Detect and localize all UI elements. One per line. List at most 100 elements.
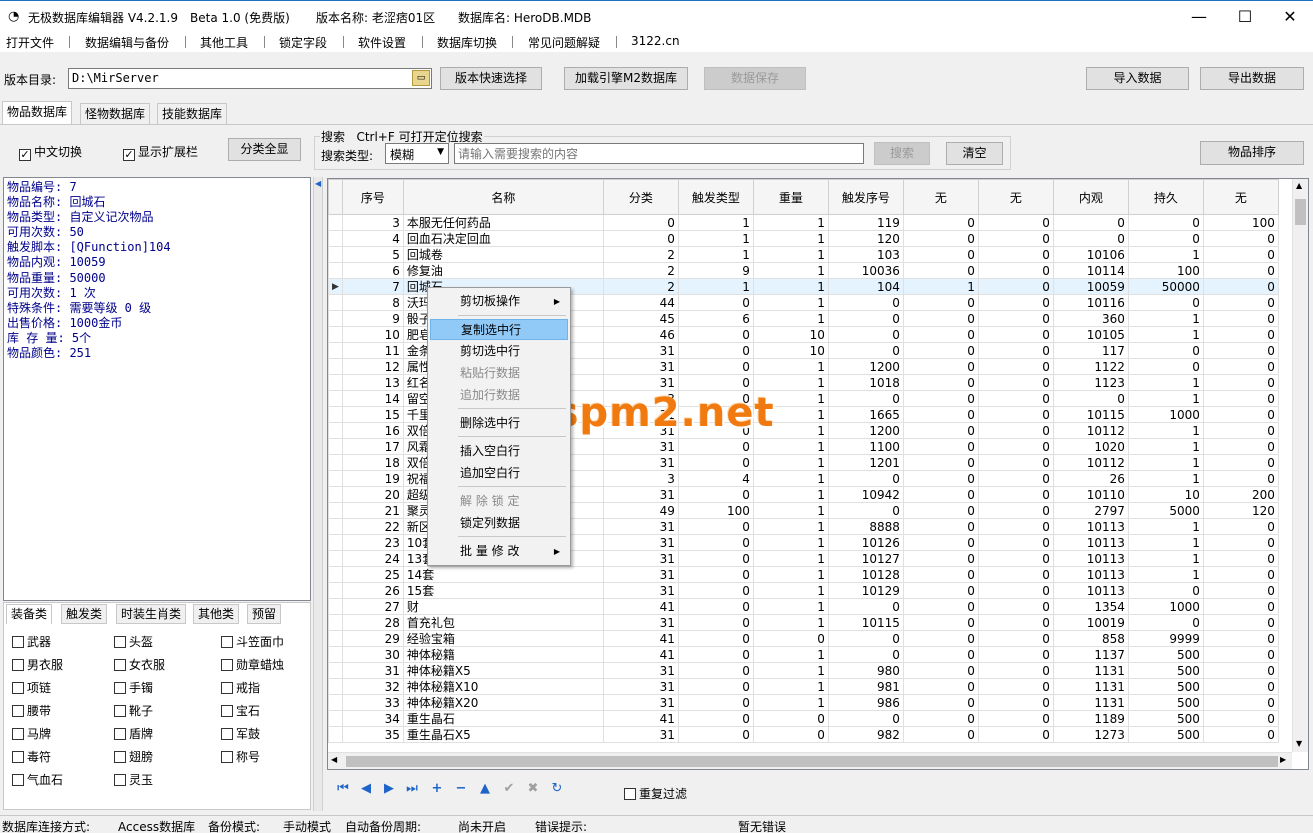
- table-cell[interactable]: 1: [1127, 310, 1204, 327]
- vertical-scroll-thumb[interactable]: [1295, 199, 1306, 225]
- table-cell[interactable]: 1131: [1052, 694, 1129, 711]
- table-cell[interactable]: 1200: [827, 422, 904, 439]
- table-cell[interactable]: 0: [827, 294, 904, 311]
- table-cell[interactable]: 0: [977, 374, 1054, 391]
- table-cell[interactable]: 1: [752, 214, 829, 231]
- column-header[interactable]: 无: [977, 179, 1054, 215]
- row-indicator[interactable]: [328, 566, 343, 583]
- table-cell[interactable]: 0: [902, 566, 979, 583]
- table-cell[interactable]: 1: [1127, 374, 1204, 391]
- scroll-left-icon[interactable]: ◀: [331, 755, 337, 764]
- table-cell[interactable]: 1: [752, 358, 829, 375]
- category-checkbox[interactable]: 马牌: [12, 725, 51, 742]
- table-row[interactable]: 3 本服无任何药品 0 1 1 119 0 0 0 0 100: [328, 214, 1279, 231]
- table-cell[interactable]: 0: [902, 598, 979, 615]
- ctx-append-blank[interactable]: 追加空白行: [430, 463, 568, 484]
- table-cell[interactable]: 27: [341, 598, 404, 615]
- table-cell[interactable]: 0: [902, 374, 979, 391]
- table-cell[interactable]: 45: [602, 310, 679, 327]
- table-cell[interactable]: 33: [341, 694, 404, 711]
- table-cell[interactable]: 0: [977, 422, 1054, 439]
- category-checkbox[interactable]: 女衣服: [114, 656, 165, 673]
- category-checkbox[interactable]: 军鼓: [221, 725, 260, 742]
- table-row[interactable]: 27 财 41 0 1 0 0 0 1354 1000 0: [328, 598, 1279, 615]
- table-cell[interactable]: 1: [752, 294, 829, 311]
- ctx-unlock[interactable]: 解 除 锁 定: [430, 491, 568, 512]
- table-cell[interactable]: 10106: [1052, 246, 1129, 263]
- table-cell[interactable]: 0: [902, 486, 979, 503]
- table-cell[interactable]: 0: [977, 662, 1054, 679]
- table-cell[interactable]: 0: [977, 710, 1054, 727]
- table-cell[interactable]: 0: [977, 550, 1054, 567]
- table-cell[interactable]: 0: [1202, 406, 1279, 423]
- table-cell[interactable]: 1137: [1052, 646, 1129, 663]
- table-cell[interactable]: 0: [902, 646, 979, 663]
- table-cell[interactable]: 1: [752, 230, 829, 247]
- show-all-categories-button[interactable]: 分类全显: [228, 138, 301, 161]
- table-cell[interactable]: 0: [1127, 230, 1204, 247]
- table-cell[interactable]: 1: [902, 278, 979, 295]
- table-cell[interactable]: 1: [1127, 470, 1204, 487]
- table-cell[interactable]: 0: [677, 358, 754, 375]
- table-cell[interactable]: 0: [977, 646, 1054, 663]
- table-cell[interactable]: 0: [677, 582, 754, 599]
- table-cell[interactable]: 10: [752, 342, 829, 359]
- row-indicator[interactable]: [328, 294, 343, 311]
- table-cell[interactable]: 13: [341, 374, 404, 391]
- row-indicator[interactable]: [328, 486, 343, 503]
- table-cell[interactable]: 1: [1127, 534, 1204, 551]
- table-cell[interactable]: 10113: [1052, 550, 1129, 567]
- table-row[interactable]: 34 重生晶石 41 0 0 0 0 0 1189 500 0: [328, 710, 1279, 727]
- row-indicator[interactable]: [328, 246, 343, 263]
- table-cell[interactable]: 0: [977, 230, 1054, 247]
- table-cell[interactable]: 0: [977, 518, 1054, 535]
- table-cell[interactable]: 10129: [827, 582, 904, 599]
- table-cell[interactable]: 1131: [1052, 678, 1129, 695]
- table-cell[interactable]: 10128: [827, 566, 904, 583]
- table-cell[interactable]: 986: [827, 694, 904, 711]
- table-cell[interactable]: 0: [1127, 358, 1204, 375]
- last-record-icon[interactable]: ⏭: [402, 780, 422, 798]
- row-indicator[interactable]: [328, 230, 343, 247]
- table-cell[interactable]: 0: [902, 550, 979, 567]
- collapse-arrow-icon[interactable]: ◀: [315, 179, 321, 188]
- table-cell[interactable]: 0: [977, 566, 1054, 583]
- row-indicator[interactable]: [328, 694, 343, 711]
- column-header[interactable]: 无: [1202, 179, 1279, 215]
- table-cell[interactable]: 0: [977, 214, 1054, 231]
- menu-lock-field[interactable]: 锁定字段: [279, 34, 327, 51]
- table-cell[interactable]: 0: [977, 326, 1054, 343]
- table-cell[interactable]: 7: [341, 278, 404, 295]
- table-cell[interactable]: 0: [1052, 214, 1129, 231]
- category-checkbox[interactable]: 气血石: [12, 771, 63, 788]
- table-cell[interactable]: 10019: [1052, 614, 1129, 631]
- table-cell[interactable]: 0: [677, 598, 754, 615]
- row-indicator[interactable]: [328, 582, 343, 599]
- dir-input[interactable]: D:\MirServer: [68, 68, 432, 89]
- table-cell[interactable]: 0: [977, 262, 1054, 279]
- table-cell[interactable]: 0: [602, 230, 679, 247]
- table-cell[interactable]: 0: [1202, 262, 1279, 279]
- table-cell[interactable]: 0: [977, 486, 1054, 503]
- table-cell[interactable]: 14套: [402, 566, 604, 583]
- table-cell[interactable]: 0: [827, 470, 904, 487]
- menu-settings[interactable]: 软件设置: [358, 34, 406, 51]
- row-indicator[interactable]: [328, 662, 343, 679]
- table-cell[interactable]: 0: [677, 342, 754, 359]
- table-cell[interactable]: 0: [977, 694, 1054, 711]
- table-cell[interactable]: 1: [752, 598, 829, 615]
- table-cell[interactable]: 360: [1052, 310, 1129, 327]
- table-cell[interactable]: 41: [602, 598, 679, 615]
- table-cell[interactable]: 104: [827, 278, 904, 295]
- table-cell[interactable]: 1018: [827, 374, 904, 391]
- category-checkbox[interactable]: 盾牌: [114, 725, 153, 742]
- table-cell[interactable]: 1201: [827, 454, 904, 471]
- table-cell[interactable]: 0: [1202, 230, 1279, 247]
- row-indicator[interactable]: [328, 310, 343, 327]
- table-cell[interactable]: 10112: [1052, 454, 1129, 471]
- category-checkbox[interactable]: 毒符: [12, 748, 51, 765]
- table-cell[interactable]: 21: [341, 502, 404, 519]
- category-checkbox[interactable]: 手镯: [114, 679, 153, 696]
- table-cell[interactable]: 1: [752, 262, 829, 279]
- table-row[interactable]: 26 15套 31 0 1 10129 0 0 10113 0 0: [328, 582, 1279, 599]
